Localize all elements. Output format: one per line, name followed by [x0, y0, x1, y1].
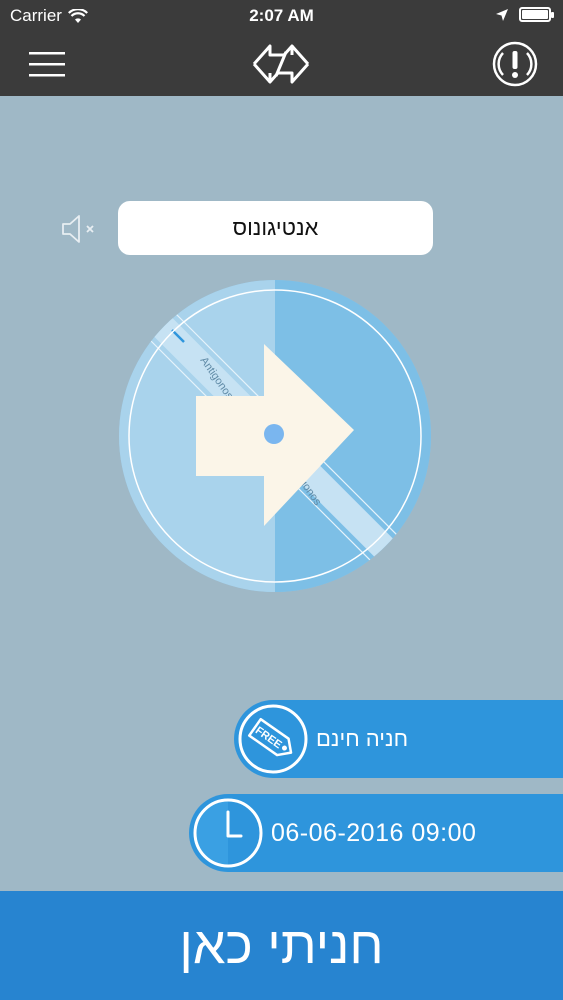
- clock-badge: [193, 798, 263, 868]
- exclamation-circle-icon: [492, 41, 538, 87]
- speaker-muted-icon: [62, 215, 94, 243]
- status-right: [495, 7, 554, 22]
- menu-button[interactable]: [24, 42, 70, 86]
- hamburger-menu-icon: [29, 52, 65, 77]
- current-location-dot: [264, 424, 284, 444]
- parking-datetime-text: 06-06-2016 09:00: [271, 818, 477, 847]
- battery-level: [522, 10, 548, 19]
- status-bar: Carrier 2:07 AM: [0, 0, 563, 32]
- parking-type-text: חניה חינם: [316, 726, 409, 751]
- location-arrow-icon: [496, 8, 508, 21]
- compass-graphic: Antigonos Antigonos: [119, 280, 431, 592]
- battery-icon: [519, 7, 554, 22]
- parked-here-label: חניתי כאן: [179, 916, 384, 975]
- app-logo[interactable]: [246, 38, 316, 90]
- street-name-text: אנטיגונוס: [232, 215, 319, 240]
- free-tag-icon: FREE: [238, 704, 308, 774]
- compass-map[interactable]: Antigonos Antigonos: [116, 280, 434, 592]
- parking-type-pill[interactable]: FREE חניה חינם: [234, 700, 563, 778]
- nav-bar: [0, 32, 563, 96]
- clock-icon: [193, 798, 263, 868]
- mute-toggle[interactable]: [60, 212, 100, 246]
- street-name-label: אנטיגונוס: [118, 201, 433, 255]
- parking-time-pill[interactable]: 06-06-2016 09:00: [189, 794, 563, 872]
- swap-arrows-icon: [252, 44, 310, 84]
- free-tag-badge: FREE: [238, 704, 308, 774]
- status-time: 2:07 AM: [249, 6, 314, 25]
- parked-here-button[interactable]: חניתי כאן: [0, 891, 563, 1000]
- alert-button[interactable]: [491, 40, 539, 88]
